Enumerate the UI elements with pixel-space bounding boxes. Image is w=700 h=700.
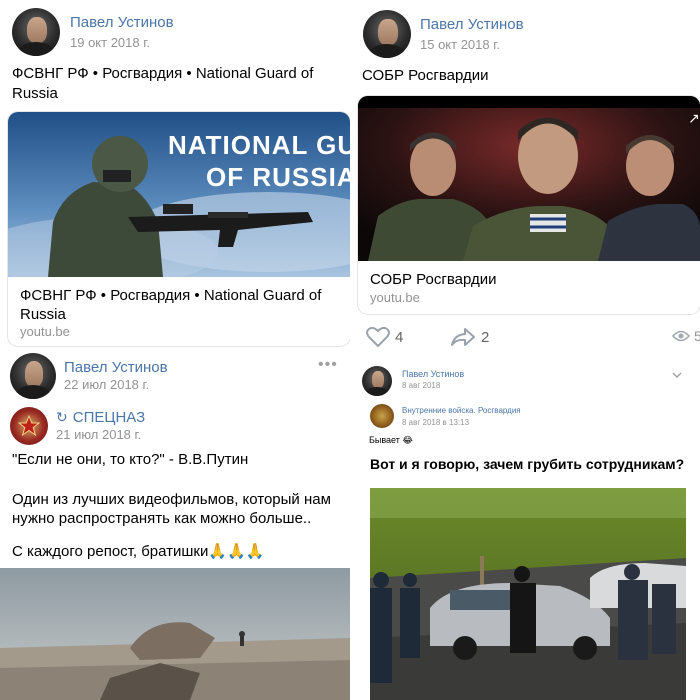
author-avatar[interactable] [10,353,56,399]
post-text: СОБР Росгвардии [362,67,489,84]
video-card[interactable]: СОБР Росгвардии youtu.be [358,96,700,314]
share-count: 2 [481,328,490,346]
repost-date[interactable]: 8 авг 2018 в 13:13 [402,418,469,427]
author-name[interactable]: Павел Устинов [420,16,524,33]
share-button[interactable]: 2 [450,326,489,348]
eye-icon [672,330,690,342]
views-count: 5 [694,328,700,344]
more-dots-icon[interactable]: ••• [318,356,338,374]
paragraph1-line1: Один из лучших видеофильмов, который нам [12,491,331,508]
thumbnail-caption-line2: OF RUSSIA [206,162,350,192]
quote-text: "Если не они, то кто?" - В.В.Путин [12,451,249,468]
post-bottom-right: Павел Устинов 8 авг 2018 Внутренние войс… [352,352,700,700]
post-date[interactable]: 15 окт 2018 г. [420,37,500,52]
repost-arrow-icon: ↻ [56,409,68,425]
post-text: ФСВНГ РФ • Росгвардия • National Guard o… [12,65,314,102]
post-date[interactable]: 22 июл 2018 г. [64,377,149,392]
share-corner-icon[interactable]: ↗ [688,110,700,127]
author-name[interactable]: Павел Устинов [64,359,168,376]
post-date[interactable]: 8 авг 2018 [402,381,440,390]
repost-avatar[interactable] [10,407,48,445]
author-avatar[interactable] [362,366,392,396]
chevron-down-icon[interactable] [672,372,682,378]
card-host[interactable]: youtu.be [370,290,420,305]
like-count: 4 [395,328,404,346]
meme-image[interactable] [370,488,686,700]
repost-author[interactable]: СПЕЦНАЗ [73,409,145,426]
repost-author[interactable]: Внутренние войска. Росгвардия [402,406,521,415]
author-avatar[interactable] [12,8,60,56]
views-counter: 5 [672,328,700,344]
video-card[interactable]: NATIONAL GUAR OF RUSSIA ФСВНГ РФ • Росгв… [8,112,350,346]
card-title[interactable]: СОБР Росгвардии [370,270,497,289]
repost-avatar[interactable] [370,404,394,428]
card-host[interactable]: youtu.be [20,324,70,339]
star-icon [18,415,40,437]
meme-caption: Вот и я говорю, зачем грубить сотрудника… [370,456,685,472]
video-thumbnail[interactable] [358,96,700,261]
short-text: Бывает 😂 [369,435,413,445]
post-bottom-left: Павел Устинов 22 июл 2018 г. ••• ↻ СПЕЦН… [0,350,350,700]
author-name[interactable]: Павел Устинов [402,369,464,379]
author-name[interactable]: Павел Устинов [70,14,174,31]
author-avatar[interactable] [363,10,411,58]
paragraph2: С каждого репост, братишки🙏🙏🙏 [12,543,265,560]
heart-icon [366,326,390,348]
repost-date[interactable]: 21 июл 2018 г. [56,427,141,442]
like-button[interactable]: 4 [366,326,403,348]
card-title[interactable]: ФСВНГ РФ • Росгвардия • National Guard o… [20,286,345,324]
post-date[interactable]: 19 окт 2018 г. [70,35,150,50]
share-icon [451,328,475,346]
thumbnail-caption-line1: NATIONAL GUAR [168,130,350,160]
post-image[interactable] [0,568,350,700]
paragraph1-line2: нужно распространять как можно больше.. [12,510,312,527]
repost-header[interactable]: ↻ СПЕЦНАЗ [56,409,145,426]
post-top-right: Павел Устинов 15 окт 2018 г. СОБР Росгва… [350,0,700,350]
post-top-left: Павел Устинов 19 окт 2018 г. ФСВНГ РФ • … [0,0,350,350]
